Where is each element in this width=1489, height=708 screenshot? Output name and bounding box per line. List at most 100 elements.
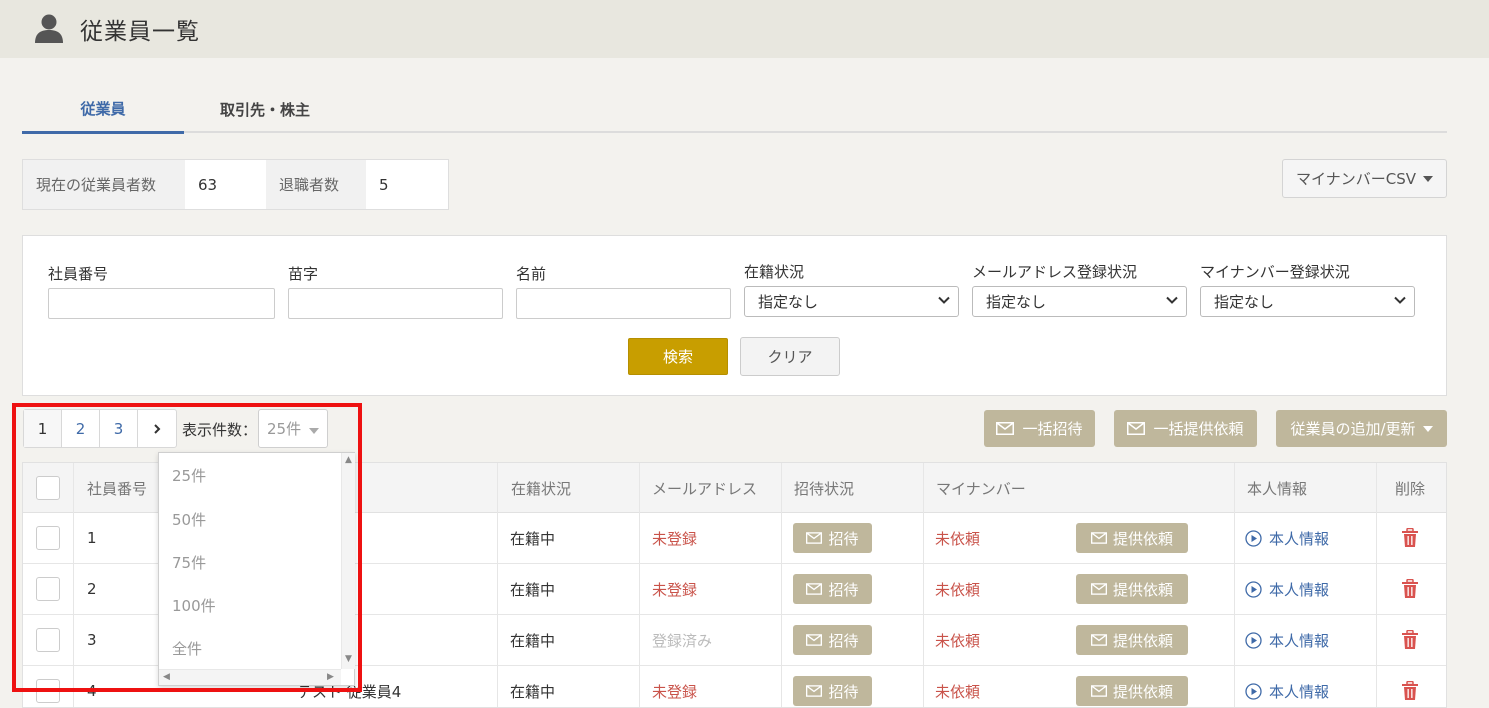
header-personal-info: 本人情報 [1247, 479, 1308, 498]
invite-button[interactable]: 招待 [793, 523, 872, 553]
page-title: 従業員一覧 [80, 19, 200, 45]
clear-button[interactable]: クリア [740, 337, 840, 376]
employee-count-box: 現在の従業員者数 63 退職者数 5 [22, 159, 449, 210]
status-label: 在籍状況 [744, 263, 805, 281]
personal-info-link[interactable]: 本人情報 [1245, 513, 1329, 563]
last-name-label: 苗字 [288, 265, 319, 283]
email-status-cell: 未登録 [652, 529, 698, 548]
status-cell: 在籍中 [510, 682, 556, 701]
invite-label: 招待 [828, 631, 859, 650]
mynumber-csv-button[interactable]: マイナンバーCSV [1282, 159, 1447, 198]
request-provision-label: 提供依頼 [1112, 631, 1173, 650]
header-email[interactable]: メールアドレス [652, 463, 757, 513]
play-circle-icon [1245, 529, 1262, 547]
mynumber-status-select-value: 指定なし [1214, 293, 1275, 311]
highlight-box [12, 403, 362, 692]
request-provision-button[interactable]: 提供依頼 [1076, 676, 1188, 706]
mynumber-status-cell: 未依頼 [935, 682, 981, 701]
status-select-value: 指定なし [758, 293, 819, 311]
add-update-employees-button[interactable]: 従業員の追加/更新 [1276, 410, 1447, 447]
mail-icon [1127, 422, 1146, 435]
bulk-invite-label: 一括招待 [1022, 420, 1083, 438]
invite-button[interactable]: 招待 [793, 625, 872, 655]
tab-partners-shareholders[interactable]: 取引先・株主 [184, 85, 346, 133]
status-cell: 在籍中 [510, 580, 556, 599]
last-name-input[interactable] [288, 288, 503, 319]
email-status-cell: 登録済み [652, 631, 713, 650]
mynumber-status-cell: 未依頼 [935, 631, 981, 650]
employee-no-label: 社員番号 [48, 265, 109, 283]
play-circle-icon [1245, 682, 1262, 700]
mynumber-csv-label: マイナンバーCSV [1296, 170, 1416, 188]
person-icon [35, 14, 63, 43]
request-provision-button[interactable]: 提供依頼 [1076, 625, 1188, 655]
request-provision-label: 提供依頼 [1112, 580, 1173, 599]
trash-icon[interactable] [1401, 579, 1419, 599]
bulk-invite-button[interactable]: 一括招待 [984, 410, 1095, 447]
chevron-down-icon [1166, 296, 1178, 304]
caret-down-icon [1422, 175, 1433, 182]
trash-icon[interactable] [1401, 681, 1419, 701]
mail-icon [806, 685, 823, 697]
bulk-request-button[interactable]: 一括提供依頼 [1114, 410, 1257, 447]
trash-icon[interactable] [1401, 528, 1419, 548]
bulk-request-label: 一括提供依頼 [1153, 420, 1244, 438]
request-provision-label: 提供依頼 [1112, 682, 1173, 701]
mynumber-status-label: マイナンバー登録状況 [1200, 263, 1350, 281]
invite-label: 招待 [828, 529, 859, 548]
invite-button[interactable]: 招待 [793, 676, 872, 706]
request-provision-label: 提供依頼 [1112, 529, 1173, 548]
header-mynumber[interactable]: マイナンバー [936, 463, 1026, 513]
header-status[interactable]: 在籍状況 [511, 463, 571, 513]
first-name-input[interactable] [516, 288, 731, 319]
email-status-cell: 未登録 [652, 580, 698, 599]
email-status-select[interactable]: 指定なし [972, 286, 1187, 317]
header-delete: 削除 [1395, 479, 1426, 498]
caret-down-icon [1422, 425, 1433, 432]
personal-info-label: 本人情報 [1269, 529, 1330, 548]
status-cell: 在籍中 [510, 631, 556, 650]
chevron-down-icon [938, 296, 950, 304]
header-invite[interactable]: 招待状況 [794, 463, 854, 513]
request-provision-button[interactable]: 提供依頼 [1076, 523, 1188, 553]
email-status-select-value: 指定なし [986, 293, 1047, 311]
mail-icon [806, 532, 823, 544]
personal-info-link[interactable]: 本人情報 [1245, 666, 1330, 707]
mail-icon [806, 583, 823, 595]
page-header: 従業員一覧 [0, 0, 1489, 58]
personal-info-label: 本人情報 [1269, 631, 1330, 650]
personal-info-label: 本人情報 [1269, 580, 1330, 599]
mail-icon [1090, 583, 1107, 595]
personal-info-link[interactable]: 本人情報 [1245, 564, 1329, 614]
retired-label: 退職者数 [266, 160, 366, 209]
retired-value: 5 [379, 175, 389, 194]
mynumber-status-select[interactable]: 指定なし [1200, 286, 1415, 317]
invite-label: 招待 [828, 580, 859, 599]
invite-label: 招待 [828, 682, 859, 701]
status-cell: 在籍中 [510, 529, 556, 548]
mynumber-status-cell: 未依頼 [935, 580, 981, 599]
mynumber-status-cell: 未依頼 [935, 529, 981, 548]
first-name-label: 名前 [516, 265, 547, 283]
mail-icon [1090, 532, 1107, 544]
email-status-cell: 未登録 [652, 682, 698, 701]
search-button[interactable]: 検索 [628, 338, 728, 375]
trash-icon[interactable] [1401, 630, 1419, 650]
personal-info-link[interactable]: 本人情報 [1245, 615, 1329, 665]
request-provision-button[interactable]: 提供依頼 [1076, 574, 1188, 604]
status-select[interactable]: 指定なし [744, 286, 959, 317]
current-employees-label: 現在の従業員者数 [23, 160, 185, 209]
play-circle-icon [1245, 631, 1262, 649]
tab-employees[interactable]: 従業員 [22, 85, 184, 134]
search-panel: 社員番号 苗字 名前 在籍状況 指定なし メールアドレス登録状況 指定なし マイ… [22, 235, 1447, 396]
personal-info-label: 本人情報 [1269, 682, 1330, 701]
email-status-label: メールアドレス登録状況 [972, 263, 1138, 281]
play-circle-icon [1245, 580, 1262, 598]
mail-icon [996, 422, 1015, 435]
add-update-label: 従業員の追加/更新 [1290, 420, 1416, 438]
mail-icon [1090, 685, 1107, 697]
chevron-down-icon [1394, 296, 1406, 304]
mail-icon [806, 634, 823, 646]
invite-button[interactable]: 招待 [793, 574, 872, 604]
employee-no-input[interactable] [48, 288, 275, 319]
